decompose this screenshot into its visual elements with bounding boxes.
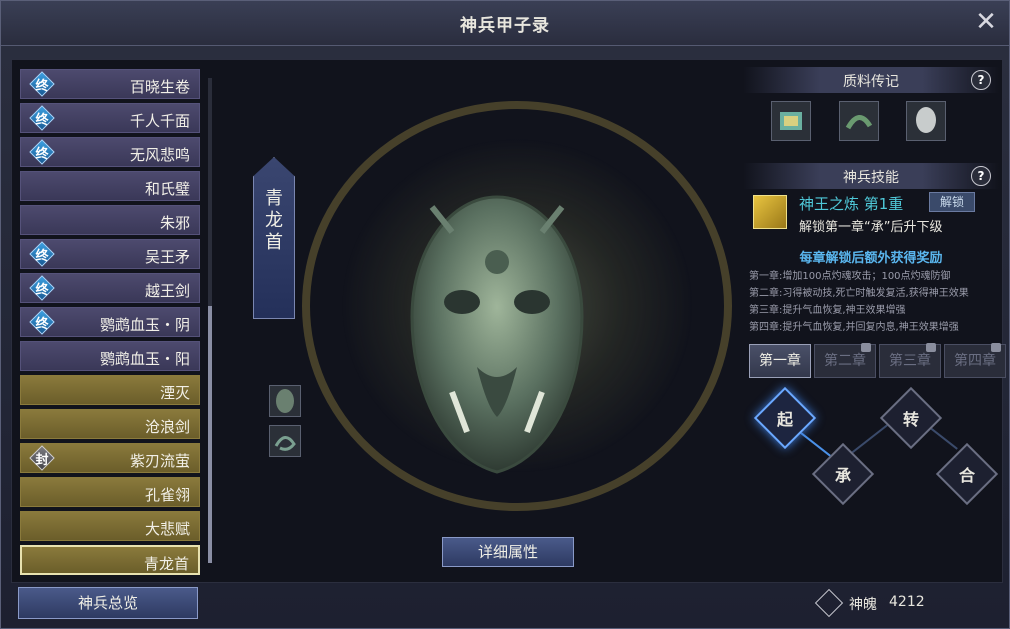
material-icons xyxy=(743,93,999,153)
weapon-name: 鹦鹉血玉・阴 xyxy=(99,316,190,334)
currency-value: 4212 xyxy=(889,594,925,610)
weapon-list-item[interactable]: 终 鹦鹉血玉・阴 xyxy=(20,307,200,337)
weapon-list-item[interactable]: 青龙首 xyxy=(20,545,200,575)
weapon-name: 朱邪 xyxy=(159,214,190,232)
weapon-name: 紫刃流萤 xyxy=(129,452,190,470)
jade-dragon-icon[interactable] xyxy=(839,101,879,141)
weapon-list-item[interactable]: 孔雀翎 xyxy=(20,477,200,507)
weapon-name: 大悲赋 xyxy=(144,520,190,538)
weapon-list-item[interactable]: 终 百晓生卷 xyxy=(20,69,200,99)
dragon-thumb-icon[interactable] xyxy=(269,425,301,457)
sealed-badge-icon: 封 xyxy=(29,445,55,471)
skill-row: 神王之炼 第1重 解锁 解锁第一章“承”后升下级 xyxy=(743,189,999,243)
lock-icon xyxy=(926,343,936,352)
weapon-list-item[interactable]: 终 无风悲鸣 xyxy=(20,137,200,167)
lock-icon xyxy=(991,343,1001,352)
weapon-name: 鹦鹉血玉・阳 xyxy=(99,350,190,368)
weapon-name: 青龙首 xyxy=(143,555,189,573)
weapon-list-item[interactable]: 封 紫刃流萤 xyxy=(20,443,200,473)
skill-section-title: 神兵技能 xyxy=(843,170,899,186)
chapter-tab[interactable]: 第四章 xyxy=(944,343,1006,378)
weapon-list-item[interactable]: 终 越王剑 xyxy=(20,273,200,303)
node-he-label: 合 xyxy=(958,466,975,485)
materials-title: 质料传记 xyxy=(843,74,899,90)
info-panel: 质料传记 ? 神兵技能 ? 神王之炼 第1重 解锁 解锁第一章“承”后升下级 每… xyxy=(743,61,1006,579)
currency-label: 神魄 xyxy=(849,597,877,613)
final-badge-icon: 终 xyxy=(29,105,55,131)
chapter-tab[interactable]: 第二章 xyxy=(814,343,876,378)
final-badge-icon: 终 xyxy=(29,275,55,301)
weapon-list-item[interactable]: 大悲赋 xyxy=(20,511,200,541)
node-qi-label: 起 xyxy=(776,410,793,429)
weapon-list-item[interactable]: 沧浪剑 xyxy=(20,409,200,439)
weapon-overview-button[interactable]: 神兵总览 xyxy=(18,587,198,619)
final-badge-icon: 终 xyxy=(29,309,55,335)
weapon-list-item[interactable]: 终 吴王矛 xyxy=(20,239,200,269)
skill-name: 神王之炼 第1重 xyxy=(799,195,904,213)
node-cheng-label: 承 xyxy=(834,466,851,485)
mask-image xyxy=(410,195,584,474)
weapon-name: 吴王矛 xyxy=(144,248,190,266)
chapter-tab[interactable]: 第一章 xyxy=(749,344,811,378)
soul-currency-icon xyxy=(814,588,844,618)
weapon-list-item[interactable]: 终 千人千面 xyxy=(20,103,200,133)
skill-help-icon[interactable]: ? xyxy=(971,166,991,186)
rewards-title: 每章解锁后额外获得奖励 xyxy=(799,251,943,266)
reward-line: 第三章:提升气血恢复,神王效果增强 xyxy=(749,305,906,316)
game-window: 神兵甲子录 ✕ 终百晓生卷终千人千面终无风悲鸣 和氏璧 朱邪终吴王矛终越王剑终鹦鹉血… xyxy=(0,0,1010,629)
title-bar: 神兵甲子录 ✕ xyxy=(1,1,1009,46)
weapon-list-item[interactable]: 湮灭 xyxy=(20,375,200,405)
weapon-list-item[interactable]: 鹦鹉血玉・阳 xyxy=(20,341,200,371)
weapon-list: 终百晓生卷终千人千面终无风悲鸣 和氏璧 朱邪终吴王矛终越王剑终鹦鹉血玉・阴 鹦鹉血玉・… xyxy=(20,69,200,579)
weapon-name: 湮灭 xyxy=(159,384,190,402)
lock-icon xyxy=(861,343,871,352)
materials-header: 质料传记 ? xyxy=(743,67,999,93)
footer: 神兵总览 神魄 4212 xyxy=(1,581,1009,629)
weapon-name-banner: 青龙首 xyxy=(253,157,295,319)
weapon-display: 青龙首 详细属性 xyxy=(220,61,740,581)
detail-attributes-button[interactable]: 详细属性 xyxy=(442,537,574,567)
weapon-list-item[interactable]: 朱邪 xyxy=(20,205,200,235)
skill-icon[interactable] xyxy=(753,195,787,229)
weapon-name: 越王剑 xyxy=(144,282,190,300)
reward-line: 第一章:增加100点灼魂攻击；100点灼魂防御 xyxy=(749,271,951,282)
weapon-name: 千人千面 xyxy=(129,112,190,130)
materials-help-icon[interactable]: ? xyxy=(971,70,991,90)
weapon-name: 和氏璧 xyxy=(144,180,190,198)
reward-line: 第四章:提升气血恢复,并回复内息,神王效果增强 xyxy=(749,322,959,333)
mask-thumb-icon[interactable] xyxy=(269,385,301,417)
chapter-tab[interactable]: 第三章 xyxy=(879,343,941,378)
list-scrollbar-thumb[interactable] xyxy=(208,306,212,563)
final-badge-icon: 终 xyxy=(29,241,55,267)
banner-text: 青龙首 xyxy=(265,188,283,253)
chapter-tabs: 第一章 第二章 第三章 第四章 xyxy=(743,343,1006,380)
skill-header: 神兵技能 ? xyxy=(743,163,999,189)
weapon-name: 孔雀翎 xyxy=(144,486,190,504)
jade-map-icon[interactable] xyxy=(771,101,811,141)
weapon-name: 沧浪剑 xyxy=(144,418,190,436)
reward-line: 第二章:习得被动技,死亡时触发复活,获得神王效果 xyxy=(749,288,969,299)
final-badge-icon: 终 xyxy=(29,71,55,97)
close-icon[interactable]: ✕ xyxy=(973,9,999,35)
window-title: 神兵甲子录 xyxy=(460,16,550,36)
skill-desc: 解锁第一章“承”后升下级 xyxy=(799,220,943,235)
node-zhuan-label: 转 xyxy=(902,410,919,429)
main-panel: 终百晓生卷终千人千面终无风悲鸣 和氏璧 朱邪终吴王矛终越王剑终鹦鹉血玉・阴 鹦鹉血玉・… xyxy=(11,59,1006,583)
weapon-name: 无风悲鸣 xyxy=(129,146,190,164)
part-thumbnails xyxy=(269,385,301,465)
skull-icon[interactable] xyxy=(906,101,946,141)
weapon-list-item[interactable]: 和氏璧 xyxy=(20,171,200,201)
weapon-name: 百晓生卷 xyxy=(129,78,190,96)
skill-unlock-button[interactable]: 解锁 xyxy=(929,192,975,212)
chapter-tree: 起 承 转 合 xyxy=(743,380,999,520)
final-badge-icon: 终 xyxy=(29,139,55,165)
